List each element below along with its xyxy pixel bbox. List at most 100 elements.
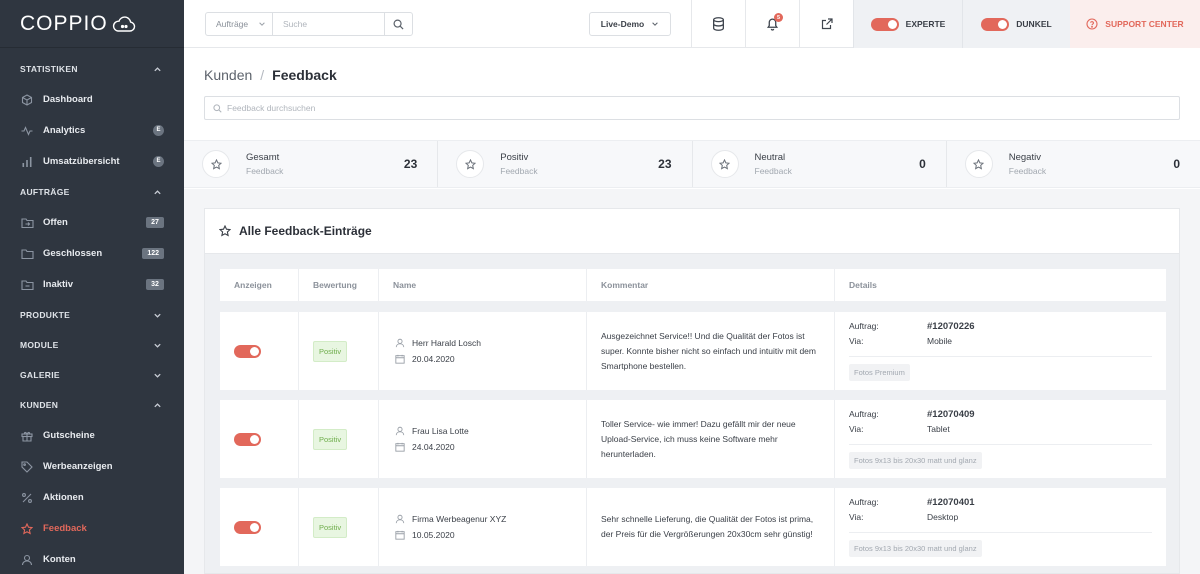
cell-details: Auftrag: #12070401 Via: Desktop Fotos 9x13… bbox=[835, 488, 1166, 566]
sidebar-item-feedback[interactable]: Feedback bbox=[0, 513, 184, 544]
sidebar-item-aktionen[interactable]: Aktionen bbox=[0, 482, 184, 513]
support-center-button[interactable]: SUPPORT CENTER bbox=[1070, 0, 1200, 48]
via-label: Via: bbox=[849, 512, 864, 522]
cell-rating: Positiv bbox=[299, 400, 379, 478]
folder-in-icon bbox=[20, 216, 34, 230]
col-header-anzeigen[interactable]: Anzeigen bbox=[220, 269, 299, 301]
chevron-up-icon bbox=[154, 189, 161, 194]
card-header: Alle Feedback-Einträge bbox=[205, 209, 1179, 254]
expert-label: EXPERTE bbox=[905, 19, 946, 29]
sidebar-item-label: Umsatzübersicht bbox=[43, 156, 120, 167]
sidebar-item-geschlossen[interactable]: Geschlossen 122 bbox=[0, 238, 184, 269]
item-badge: 122 bbox=[142, 248, 164, 259]
help-circle-icon bbox=[1086, 18, 1098, 30]
sidebar-item-label: Feedback bbox=[43, 523, 87, 534]
star-icon bbox=[202, 150, 230, 178]
cell-show bbox=[220, 400, 299, 478]
search-input[interactable]: Suche bbox=[273, 13, 384, 35]
sidebar-item-werbeanzeigen[interactable]: Werbeanzeigen bbox=[0, 451, 184, 482]
external-link-button[interactable] bbox=[799, 0, 853, 48]
expert-switch[interactable] bbox=[870, 17, 899, 31]
sidebar: COPPIO STATISTIKEN Dashboard Analytics E… bbox=[0, 0, 184, 574]
search-scope-select[interactable]: Aufträge bbox=[206, 13, 273, 35]
dark-mode-toggle[interactable]: DUNKEL bbox=[962, 0, 1070, 48]
chevron-down-icon bbox=[154, 343, 161, 348]
sidebar-section-produkte[interactable]: PRODUKTE bbox=[0, 300, 184, 330]
rating-badge: Positiv bbox=[313, 340, 348, 362]
rating-badge: Positiv bbox=[313, 516, 348, 538]
divider bbox=[849, 532, 1152, 533]
cell-rating: Positiv bbox=[299, 488, 379, 566]
feedback-search-input[interactable]: Feedback durchsuchen bbox=[204, 96, 1180, 120]
col-header-kommentar[interactable]: Kommentar bbox=[587, 269, 835, 301]
item-badge: 27 bbox=[146, 217, 164, 228]
expert-toggle[interactable]: EXPERTE bbox=[853, 0, 962, 48]
cell-show bbox=[220, 312, 299, 390]
user-icon bbox=[395, 338, 405, 348]
product-tag: Fotos 9x13 bis 20x30 matt und glanz bbox=[849, 540, 982, 557]
page-title: Feedback bbox=[272, 67, 337, 83]
feedback-date: 10.05.2020 bbox=[412, 530, 455, 540]
sidebar-section-galerie[interactable]: GALERIE bbox=[0, 360, 184, 390]
comment-text: Toller Service- wie immer! Dazu gefällt … bbox=[601, 418, 796, 459]
notifications-button[interactable]: 5 bbox=[745, 0, 799, 48]
database-button[interactable] bbox=[691, 0, 745, 48]
breadcrumb-parent[interactable]: Kunden bbox=[204, 67, 252, 83]
user-icon bbox=[395, 426, 405, 436]
sidebar-section-statistiken[interactable]: STATISTIKEN bbox=[0, 54, 184, 84]
percent-icon bbox=[20, 491, 34, 505]
main-content: Kunden / Feedback Feedback durchsuchen G… bbox=[184, 48, 1200, 574]
database-icon bbox=[713, 17, 724, 31]
col-header-bewertung[interactable]: Bewertung bbox=[299, 269, 379, 301]
dark-mode-switch[interactable] bbox=[981, 17, 1010, 31]
customer-name: Firma Werbeagenur XYZ bbox=[412, 514, 507, 524]
section-label: STATISTIKEN bbox=[20, 64, 78, 74]
col-header-details[interactable]: Details bbox=[835, 269, 1166, 301]
section-label: PRODUKTE bbox=[20, 310, 71, 320]
sidebar-section-module[interactable]: MODULE bbox=[0, 330, 184, 360]
live-demo-label: Live-Demo bbox=[600, 19, 645, 29]
cell-rating: Positiv bbox=[299, 312, 379, 390]
cell-show bbox=[220, 488, 299, 566]
show-toggle[interactable] bbox=[234, 344, 261, 358]
item-badge: E bbox=[153, 125, 164, 136]
stat-subtitle: Feedback bbox=[1008, 166, 1047, 176]
cell-comment: Ausgezeichnet Service!! Und die Qualität… bbox=[587, 312, 835, 390]
sidebar-section-kunden[interactable]: KUNDEN bbox=[0, 390, 184, 420]
sidebar-item-analytics[interactable]: Analytics E bbox=[0, 115, 184, 146]
order-number[interactable]: #12070226 bbox=[927, 321, 975, 332]
sidebar-item-label: Offen bbox=[43, 217, 68, 228]
sidebar-section-auftraege[interactable]: AUFTRÄGE bbox=[0, 177, 184, 207]
sidebar-item-inaktiv[interactable]: Inaktiv 32 bbox=[0, 269, 184, 300]
star-icon bbox=[219, 225, 231, 237]
customer-name: Frau Lisa Lotte bbox=[412, 426, 469, 436]
live-demo-dropdown[interactable]: Live-Demo bbox=[589, 12, 671, 36]
sidebar-item-label: Inaktiv bbox=[43, 279, 74, 290]
card-title: Alle Feedback-Einträge bbox=[239, 224, 372, 238]
chevron-down-icon bbox=[259, 22, 265, 26]
col-header-name[interactable]: Name bbox=[379, 269, 587, 301]
via-value: Mobile bbox=[927, 336, 953, 346]
star-icon bbox=[456, 150, 485, 178]
sidebar-item-konten[interactable]: Konten bbox=[0, 544, 184, 574]
order-number[interactable]: #12070409 bbox=[927, 409, 975, 420]
stat-value: 0 bbox=[1173, 157, 1180, 171]
sidebar-item-umsatzuebersicht[interactable]: Umsatzübersicht E bbox=[0, 146, 184, 177]
sidebar-item-dashboard[interactable]: Dashboard bbox=[0, 84, 184, 115]
product-tag: Fotos Premium bbox=[849, 364, 910, 381]
customer-name: Herr Harald Losch bbox=[412, 338, 481, 348]
stat-title: Neutral bbox=[754, 152, 786, 163]
stats-bar: Gesamt Feedback 23 Positiv Feedback 23 Neu… bbox=[184, 140, 1200, 188]
comment-text: Ausgezeichnet Service!! Und die Qualität… bbox=[601, 330, 816, 371]
search-button[interactable] bbox=[384, 13, 412, 35]
show-toggle[interactable] bbox=[234, 432, 261, 446]
order-number[interactable]: #12070401 bbox=[927, 497, 975, 508]
search-icon bbox=[213, 103, 222, 113]
calendar-icon bbox=[395, 530, 405, 540]
show-toggle[interactable] bbox=[234, 520, 261, 534]
sidebar-item-offen[interactable]: Offen 27 bbox=[0, 207, 184, 238]
sidebar-item-gutscheine[interactable]: Gutscheine bbox=[0, 420, 184, 451]
section-label: KUNDEN bbox=[20, 400, 59, 410]
sidebar-item-label: Aktionen bbox=[43, 492, 84, 503]
logo[interactable]: COPPIO bbox=[0, 0, 184, 48]
